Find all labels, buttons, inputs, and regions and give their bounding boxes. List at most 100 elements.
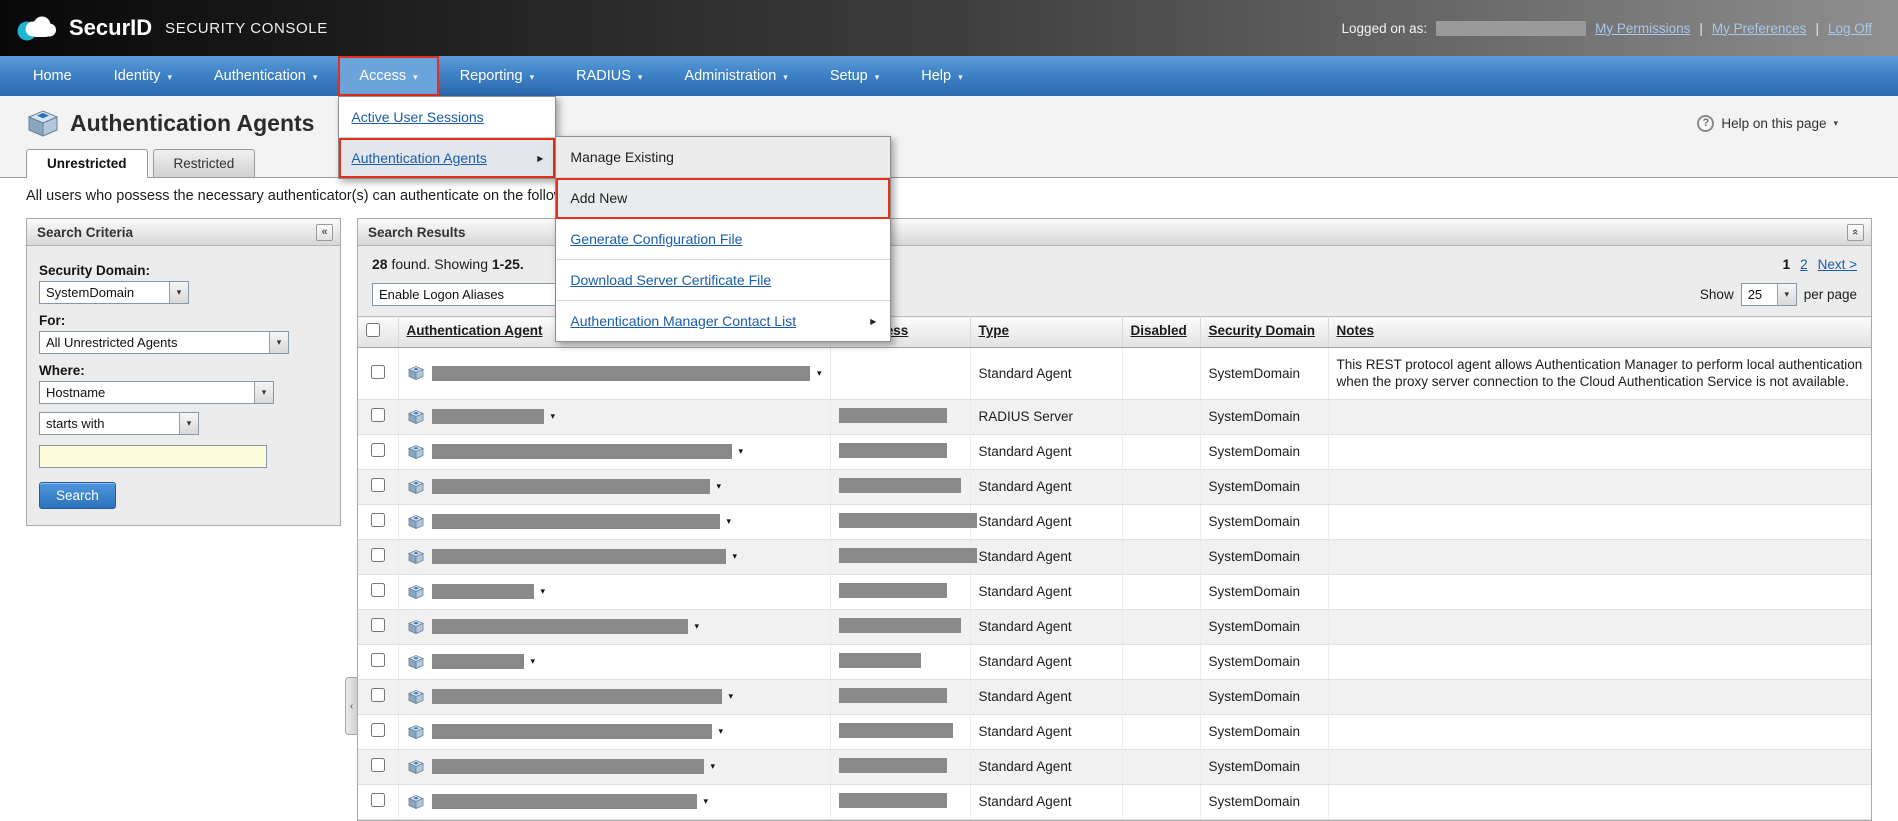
where-field-select[interactable]: Hostname ▾: [39, 381, 274, 404]
nav-radius-label: RADIUS: [576, 68, 631, 84]
chevron-down-icon[interactable]: ▾: [695, 621, 700, 632]
nav-reporting[interactable]: Reporting ▾: [439, 56, 555, 96]
tab-restricted[interactable]: Restricted: [153, 149, 256, 177]
chevron-down-icon[interactable]: ▾: [719, 726, 724, 737]
row-checkbox[interactable]: [371, 653, 385, 667]
row-checkbox[interactable]: [371, 513, 385, 527]
row-checkbox[interactable]: [371, 365, 385, 379]
security-domain-select[interactable]: SystemDomain ▾: [39, 281, 189, 304]
row-checkbox[interactable]: [371, 758, 385, 772]
collapse-up-icon[interactable]: «: [1847, 224, 1864, 241]
search-button[interactable]: Search: [39, 482, 116, 509]
agent-security-domain: SystemDomain: [1200, 539, 1328, 574]
chevron-down-icon[interactable]: ▾: [717, 481, 722, 492]
main-nav: Home Identity ▾ Authentication ▾ Access …: [0, 56, 1898, 96]
my-preferences-link[interactable]: My Preferences: [1712, 21, 1807, 36]
agent-icon: [407, 724, 425, 740]
column-security-domain[interactable]: Security Domain: [1209, 323, 1316, 338]
nav-home[interactable]: Home: [12, 56, 93, 96]
submenu-item-authentication-manager-contact-list[interactable]: Authentication Manager Contact List ▶: [556, 301, 890, 341]
agent-disabled: [1122, 399, 1200, 434]
help-on-this-page[interactable]: ? Help on this page ▾: [1697, 115, 1838, 132]
row-checkbox[interactable]: [371, 583, 385, 597]
select-all-checkbox[interactable]: [366, 323, 380, 337]
submenu-item-generate-configuration-file[interactable]: Generate Configuration File: [556, 219, 890, 260]
row-checkbox[interactable]: [371, 618, 385, 632]
chevron-down-icon[interactable]: ▾: [551, 411, 556, 422]
my-permissions-link[interactable]: My Permissions: [1595, 21, 1690, 36]
found-count: 28: [372, 256, 388, 272]
agent-notes: [1328, 574, 1871, 609]
nav-authentication[interactable]: Authentication ▾: [193, 56, 338, 96]
agent-security-domain: SystemDomain: [1200, 469, 1328, 504]
showing-range: 1-25.: [492, 256, 524, 272]
next-page-link[interactable]: Next >: [1818, 257, 1857, 272]
chevron-down-icon[interactable]: ▾: [817, 368, 822, 379]
column-disabled[interactable]: Disabled: [1131, 323, 1187, 338]
for-label: For:: [39, 313, 328, 328]
agent-name-cell: ▾: [407, 409, 822, 425]
column-type[interactable]: Type: [979, 323, 1010, 338]
for-select[interactable]: All Unrestricted Agents ▾: [39, 331, 289, 354]
chevron-down-icon[interactable]: ▾: [739, 446, 744, 457]
logged-on-user-redacted: [1436, 21, 1586, 36]
row-checkbox[interactable]: [371, 688, 385, 702]
row-checkbox[interactable]: [371, 548, 385, 562]
chevron-down-icon[interactable]: ▾: [727, 516, 732, 527]
log-off-link[interactable]: Log Off: [1828, 21, 1872, 36]
agent-notes: [1328, 749, 1871, 784]
row-checkbox-cell: [358, 784, 398, 819]
nav-identity[interactable]: Identity ▾: [93, 56, 193, 96]
page-2-link[interactable]: 2: [1800, 257, 1808, 272]
chevron-down-icon[interactable]: ▾: [704, 796, 709, 807]
table-row: ▾ Standard Agent SystemDomain: [358, 784, 1871, 819]
menu-item-active-user-sessions[interactable]: Active User Sessions: [339, 97, 555, 138]
chevron-down-icon: ▾: [1777, 284, 1796, 305]
security-domain-value: SystemDomain: [40, 282, 169, 303]
collapse-left-icon[interactable]: «: [316, 224, 333, 241]
panel-collapse-handle[interactable]: ‹: [345, 677, 357, 735]
submenu-item-download-server-certificate-file[interactable]: Download Server Certificate File: [556, 260, 890, 301]
nav-setup[interactable]: Setup ▾: [809, 56, 900, 96]
agent-security-domain: SystemDomain: [1200, 714, 1328, 749]
agent-ip-redacted: [839, 443, 947, 458]
agent-icon: [407, 584, 425, 600]
chevron-down-icon[interactable]: ▾: [711, 761, 716, 772]
where-operator-select[interactable]: starts with ▾: [39, 412, 199, 435]
authentication-agents-submenu: Manage Existing Add New Generate Configu…: [555, 136, 891, 342]
row-checkbox[interactable]: [371, 723, 385, 737]
nav-radius[interactable]: RADIUS ▾: [555, 56, 663, 96]
submenu-item-manage-existing[interactable]: Manage Existing: [556, 137, 890, 178]
show-label: Show: [1700, 287, 1734, 302]
agent-name-redacted: [432, 654, 524, 669]
per-page-select[interactable]: 25 ▾: [1741, 283, 1797, 306]
row-checkbox[interactable]: [371, 443, 385, 457]
agent-icon: [407, 514, 425, 530]
chevron-down-icon[interactable]: ▾: [729, 691, 734, 702]
chevron-down-icon[interactable]: ▾: [541, 586, 546, 597]
column-authentication-agent[interactable]: Authentication Agent: [407, 323, 543, 338]
chevron-down-icon[interactable]: ▾: [531, 656, 536, 667]
agent-disabled: [1122, 609, 1200, 644]
agent-type: Standard Agent: [970, 749, 1122, 784]
submenu-item-add-new[interactable]: Add New: [556, 178, 890, 219]
securid-cloud-icon: [16, 14, 60, 42]
page-header: Authentication Agents Add New ? Help on …: [0, 96, 1898, 147]
menu-item-authentication-agents[interactable]: Authentication Agents ▶ Manage Existing …: [339, 138, 555, 178]
pagination: 1 2 Next >: [1783, 257, 1857, 272]
nav-access[interactable]: Access ▾ Active User Sessions Authentica…: [338, 56, 438, 96]
agent-name-cell: ▾: [407, 724, 822, 740]
where-text-input[interactable]: [39, 445, 267, 468]
results-table-body: ▾ Standard Agent SystemDomain This REST …: [358, 348, 1871, 820]
row-checkbox[interactable]: [371, 793, 385, 807]
agent-ip-redacted: [839, 758, 947, 773]
column-notes[interactable]: Notes: [1337, 323, 1375, 338]
help-label: Help on this page: [1721, 116, 1826, 131]
nav-help-label: Help: [921, 68, 951, 84]
tab-unrestricted[interactable]: Unrestricted: [26, 149, 148, 178]
row-checkbox[interactable]: [371, 408, 385, 422]
nav-help[interactable]: Help ▾: [900, 56, 983, 96]
chevron-down-icon[interactable]: ▾: [733, 551, 738, 562]
nav-administration[interactable]: Administration ▾: [663, 56, 808, 96]
row-checkbox[interactable]: [371, 478, 385, 492]
